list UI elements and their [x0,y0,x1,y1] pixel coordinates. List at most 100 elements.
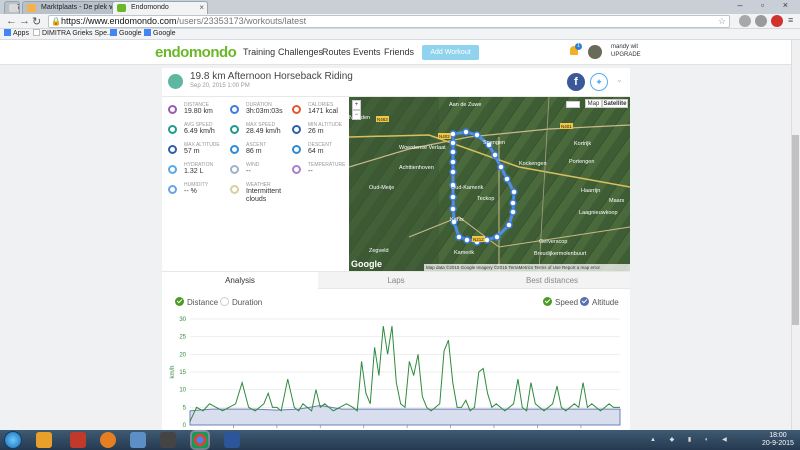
outlook-icon[interactable] [36,432,52,448]
toggle-speed[interactable]: Speed [543,297,578,307]
upgrade-link[interactable]: UPGRADE [611,52,641,58]
forward-arrow-icon[interactable]: → [19,15,30,27]
bookmark-dimitra[interactable]: DIMITRA Grieks Spe... [33,29,113,39]
y-axis-label: km/h [170,365,176,378]
toggle-altitude[interactable]: Altitude [580,297,619,307]
toggle-distance[interactable]: Distance [175,297,218,307]
stat-value: -- [246,168,251,175]
mountain-icon [292,125,301,134]
word-icon[interactable] [224,432,240,448]
bookmark-star-icon[interactable]: ☆ [718,16,726,27]
tab-laps[interactable]: Laps [318,272,474,290]
extension-icon[interactable] [755,15,767,27]
series-altitude-area [189,405,621,426]
humidity-icon [168,185,177,194]
fullscreen-icon[interactable] [566,101,580,108]
map-place-label: Teckop [477,196,494,202]
legend-label: Distance [187,298,219,307]
start-button[interactable] [4,431,22,449]
tab-best-distances[interactable]: Best distances [474,272,630,290]
y-tick-label: 10 [179,388,186,394]
nav-training[interactable]: Training [243,47,275,57]
route-marker [455,233,463,241]
chevron-down-icon[interactable]: ⌄ [616,75,623,84]
zoom-in-button[interactable]: + [352,100,361,110]
add-workout-button[interactable]: Add Workout [422,45,479,60]
media-icon[interactable] [160,432,176,448]
bookmark-google[interactable]: Google [144,29,176,39]
y-tick-label: 20 [179,352,186,358]
page-scrollbar[interactable] [791,40,800,430]
tab-analysis[interactable]: Analysis [162,272,318,290]
google-icon [110,29,117,36]
route-marker [497,163,505,171]
route-marker [449,139,457,147]
checkbox-checked-icon [580,297,589,306]
chrome-icon[interactable] [192,432,208,448]
bookmark-google[interactable]: Google [110,29,142,39]
adblock-icon[interactable] [771,15,783,27]
browser-tab-endomondo[interactable]: Endomondo × [112,1,208,14]
map-place-label: Woerdense Verlaat [399,145,446,151]
workout-date: Sep 20, 2015 1:00 PM [190,83,250,89]
scrollbar-thumb[interactable] [792,135,799,325]
browser-tab[interactable]: Z| [4,1,20,14]
clock[interactable]: 18:00 20-9-2015 [762,432,794,448]
map-place-label: Gerverscop [539,239,567,245]
map-place-label: Kamerik [454,250,474,256]
map-type-satellite[interactable]: Satellite [602,99,628,108]
route-map[interactable]: Aan de Zuwe Woerdense Verlaat Achttienhove… [349,97,630,271]
bookmark-apps[interactable]: Apps [4,29,29,39]
map-place-label: Laagnieuwkoop [579,210,618,216]
nav-friends[interactable]: Friends [384,47,414,57]
stat-value: 57 m [184,148,200,155]
firefox-icon[interactable] [100,432,116,448]
app-icon[interactable] [70,432,86,448]
road-label: N212 [473,237,484,242]
browser-tab-marktplaats[interactable]: Marktplaats - De plek vo × [22,1,118,14]
stat-label: TEMPERATURE [308,162,346,168]
endomondo-favicon-icon [117,4,126,12]
back-arrow-icon[interactable]: ← [6,15,17,27]
explorer-icon[interactable] [130,432,146,448]
extension-icon[interactable] [739,15,751,27]
stopwatch-icon [230,105,239,114]
facebook-share-icon[interactable]: f [567,73,585,91]
speed-altitude-chart[interactable]: 051015202530km/h2 km4 km6 km8 km10 km12 … [162,313,630,430]
close-tab-icon[interactable]: × [199,2,204,14]
stat-value: 1471 kcal [308,108,338,115]
route-marker [449,148,457,156]
road-label: N401 [561,124,572,129]
nav-challenges[interactable]: Challenges [278,47,323,57]
mountain-icon [168,145,177,154]
map-place-label: Oud-Kamerik [451,185,484,191]
zoom-out-button[interactable]: − [352,110,361,120]
avatar[interactable] [588,45,602,59]
reload-icon[interactable]: ↻ [32,15,41,28]
endomondo-logo[interactable]: endomondo [155,44,237,61]
map-attribution[interactable]: Map data ©2015 Google Imagery ©2015 Terr… [424,264,630,271]
system-tray[interactable]: ▲ ◆ ▮ ◐ ◀ [650,436,733,443]
window-controls[interactable]: – ▫ × [738,0,796,10]
nav-routes[interactable]: Routes [322,47,351,57]
toggle-duration[interactable]: Duration [220,297,262,307]
bookmarks-bar: Apps DIMITRA Grieks Spe... Google Google [0,29,800,40]
map-type-map[interactable]: Map [585,99,602,108]
cloud-icon [230,185,239,194]
address-bar[interactable]: 🔒 https://www.endomondo.com/users/233531… [48,15,730,28]
clock-date: 20-9-2015 [762,440,794,447]
map-place-label: Zegveld [369,248,389,254]
tab-label: Marktplaats - De plek vo [41,4,117,11]
route-marker [449,193,457,201]
stat-value: -- [308,168,313,175]
legend-label: Duration [232,298,263,307]
browser-tab-bar: Z| Marktplaats - De plek vo × Endomondo … [0,0,800,14]
nav-events[interactable]: Events [353,47,381,57]
route-icon [168,105,177,114]
twitter-share-icon[interactable]: ✦ [590,73,608,91]
menu-icon[interactable]: ≡ [788,15,793,25]
marktplaats-favicon-icon [27,4,36,12]
google-logo: Google [351,259,382,269]
page-icon [33,29,40,36]
username[interactable]: mandy wit [611,44,638,50]
